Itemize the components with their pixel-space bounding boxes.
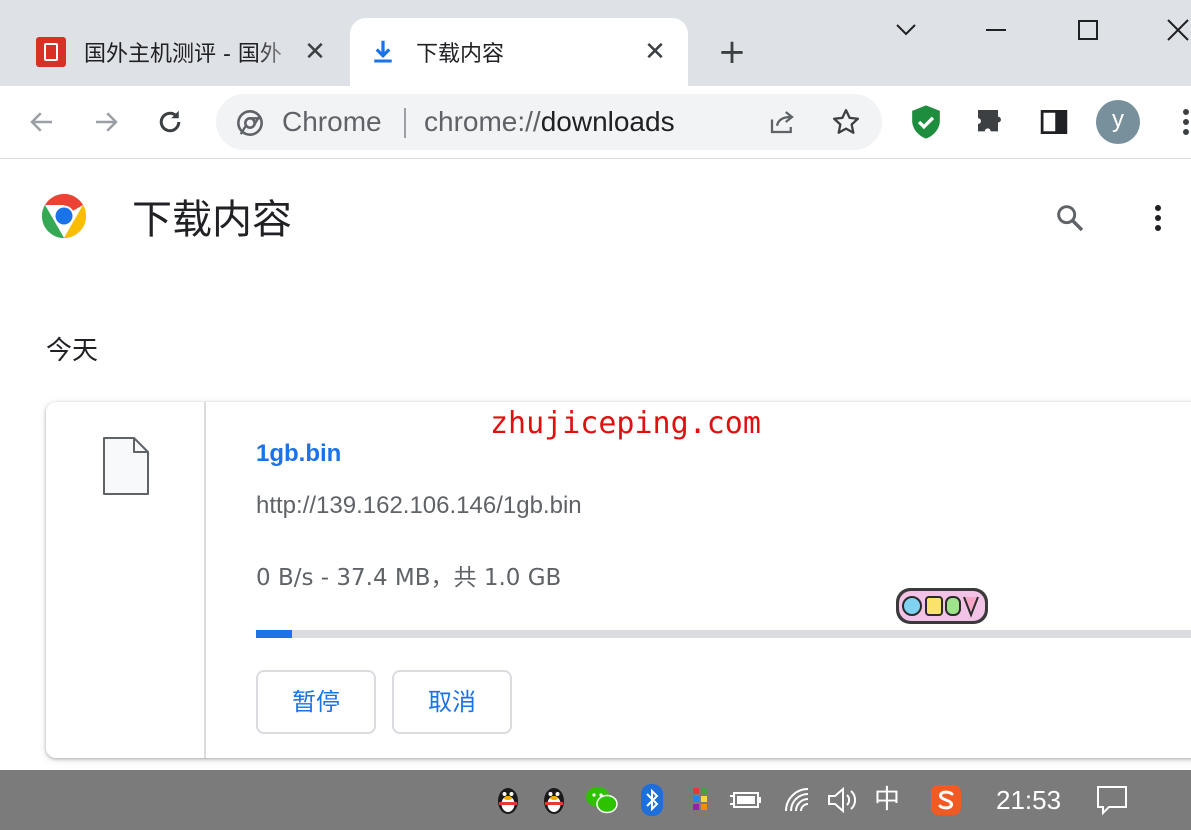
tab-close-icon[interactable]: ✕ [640, 37, 670, 67]
chevron-down-icon[interactable] [886, 10, 926, 50]
omnibox-separator [404, 108, 406, 138]
reload-icon [159, 110, 181, 133]
omnibox-url[interactable]: chrome://downloads [424, 94, 675, 150]
share-icon[interactable] [766, 106, 798, 138]
shield-extension-icon[interactable] [906, 102, 946, 142]
omnibox-chip: Chrome [282, 106, 382, 137]
site-favicon-icon [36, 37, 66, 67]
qq-penguin-icon[interactable] [490, 782, 526, 818]
maximize-icon[interactable] [1068, 10, 1108, 50]
tab-zhujiceping[interactable]: 国外主机测评 - 国外 ✕ [18, 18, 348, 86]
ime-indicator[interactable]: 中 [874, 782, 900, 818]
download-icon [368, 37, 398, 67]
chrome-logo-icon [42, 194, 86, 238]
wechat-icon[interactable] [584, 782, 620, 818]
arrow-left-icon [30, 112, 52, 132]
file-icon [103, 437, 149, 495]
extensions-puzzle-icon[interactable] [970, 102, 1010, 142]
tab-close-icon[interactable]: ✕ [300, 37, 330, 67]
tab-downloads[interactable]: 下载内容 ✕ [350, 18, 688, 86]
download-item-card: 1gb.bin http://139.162.106.146/1gb.bin 0… [46, 402, 1191, 758]
watermark-text: zhujiceping.com [490, 406, 761, 441]
qq-penguin-icon[interactable] [536, 782, 572, 818]
chrome-logo-icon [237, 110, 263, 136]
reload-button[interactable] [150, 102, 190, 142]
file-url[interactable]: http://139.162.106.146/1gb.bin [256, 490, 582, 522]
color-grid-app-icon[interactable] [682, 782, 718, 818]
arrow-right-icon [96, 112, 118, 132]
download-progress-fill [256, 630, 292, 638]
download-progress-bar [256, 630, 1191, 638]
ozsv-sticker-logo [896, 588, 988, 624]
avatar[interactable]: y [1096, 100, 1140, 144]
notification-center-icon[interactable] [1094, 782, 1130, 818]
pause-button[interactable]: 暂停 [256, 670, 376, 734]
page-title: 下载内容 [132, 197, 292, 243]
tab-title: 国外主机测评 - 国外 [84, 42, 282, 67]
cancel-button[interactable]: 取消 [392, 670, 512, 734]
url-host: downloads [540, 106, 675, 137]
sogou-input-icon[interactable] [928, 782, 964, 818]
address-bar[interactable]: Chrome chrome://downloads [216, 94, 882, 150]
url-scheme: chrome:// [424, 106, 541, 137]
bookmark-star-icon[interactable] [830, 106, 862, 138]
close-icon[interactable] [1158, 10, 1191, 50]
volume-icon[interactable] [824, 782, 860, 818]
wifi-icon[interactable] [780, 782, 816, 818]
clock[interactable]: 21:53 [996, 782, 1061, 818]
file-icon-column [46, 402, 206, 758]
tab-title: 下载内容 [416, 42, 505, 67]
battery-charging-icon[interactable] [728, 782, 764, 818]
new-tab-button[interactable]: + [714, 34, 750, 70]
file-name-link[interactable]: 1gb.bin [256, 438, 341, 470]
back-button[interactable] [22, 102, 62, 142]
bluetooth-icon[interactable] [634, 782, 670, 818]
date-heading: 今天 [46, 336, 99, 366]
download-status: 0 B/s - 37.4 MB，共 1.0 GB [256, 565, 562, 591]
toolbar: Chrome chrome://downloads y [0, 86, 1191, 159]
more-menu-icon[interactable] [1138, 196, 1178, 240]
tab-strip: 国外主机测评 - 国外 ✕ 下载内容 ✕ + [0, 0, 1191, 86]
side-panel-icon[interactable] [1034, 102, 1074, 142]
browser-menu-icon[interactable] [1166, 102, 1191, 142]
search-icon[interactable] [1048, 196, 1092, 240]
taskbar: 中 21:53 [0, 770, 1191, 830]
minimize-icon[interactable] [976, 10, 1016, 50]
forward-button[interactable] [86, 102, 126, 142]
